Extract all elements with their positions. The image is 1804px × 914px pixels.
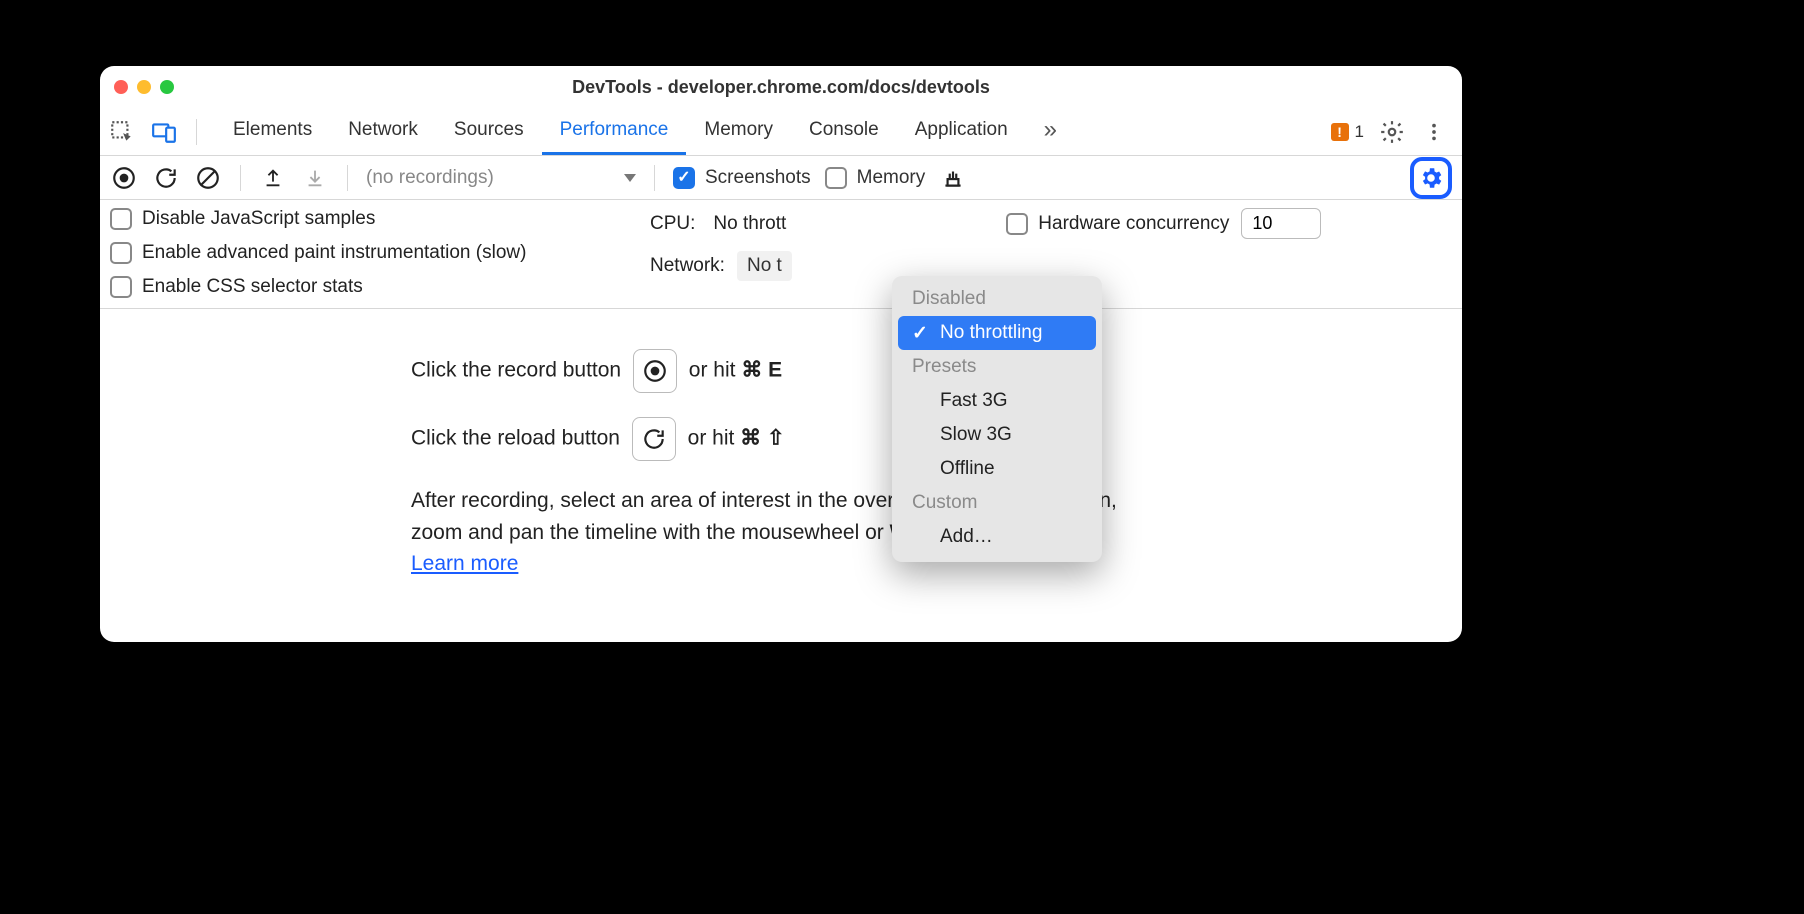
disable-js-label: Disable JavaScript samples — [142, 208, 375, 230]
hardware-concurrency-label: Hardware concurrency — [1038, 213, 1229, 235]
checkbox-icon — [1006, 213, 1028, 235]
help-p2-key: ⌘ ⇧ — [740, 427, 784, 450]
reload-record-button[interactable] — [152, 164, 180, 192]
tab-console[interactable]: Console — [791, 108, 897, 155]
network-throttle-value: No t — [747, 255, 782, 277]
disable-js-samples-checkbox[interactable]: Disable JavaScript samples — [110, 208, 650, 230]
advanced-paint-checkbox[interactable]: Enable advanced paint instrumentation (s… — [110, 242, 650, 264]
titlebar: DevTools - developer.chrome.com/docs/dev… — [100, 66, 1462, 108]
garbage-collect-button[interactable] — [939, 164, 967, 192]
help-p1-key: ⌘ E — [741, 359, 782, 382]
performance-toolbar: (no recordings) Screenshots Memory — [100, 156, 1462, 200]
help-p1a: Click the record button — [411, 359, 627, 382]
menu-group-custom: Custom — [892, 486, 1102, 520]
performance-empty-state: Click the record button or hit ⌘ E ding.… — [100, 309, 1462, 642]
network-label: Network: — [650, 255, 725, 277]
network-throttle-menu: Disabled No throttling Presets Fast 3G S… — [892, 276, 1102, 562]
checkbox-icon — [110, 208, 132, 230]
tab-sources[interactable]: Sources — [436, 108, 542, 155]
memory-label: Memory — [857, 167, 926, 189]
chevron-down-icon — [624, 174, 636, 182]
inspect-element-icon[interactable] — [108, 118, 136, 146]
help-p1b: or hit — [689, 359, 742, 382]
network-throttle-select[interactable]: No t — [737, 251, 792, 281]
memory-checkbox[interactable]: Memory — [825, 167, 926, 189]
help-p2b: or hit — [688, 427, 741, 450]
help-p2a: Click the reload button — [411, 427, 626, 450]
menu-item-offline[interactable]: Offline — [892, 452, 1102, 486]
issues-badge[interactable]: ! 1 — [1331, 122, 1364, 142]
devtools-settings-icon[interactable] — [1378, 118, 1406, 146]
tab-application[interactable]: Application — [897, 108, 1026, 155]
recordings-label: (no recordings) — [366, 167, 494, 189]
hardware-concurrency-input[interactable] — [1241, 208, 1321, 239]
issues-count: 1 — [1355, 122, 1364, 142]
menu-group-presets: Presets — [892, 350, 1102, 384]
clear-button[interactable] — [194, 164, 222, 192]
capture-settings-highlight — [1410, 157, 1452, 199]
devtools-tabstrip: Elements Network Sources Performance Mem… — [100, 108, 1462, 156]
screenshots-label: Screenshots — [705, 167, 811, 189]
more-tabs-button[interactable]: » — [1026, 108, 1071, 155]
tab-memory[interactable]: Memory — [686, 108, 791, 155]
tab-network[interactable]: Network — [330, 108, 436, 155]
menu-item-no-throttling[interactable]: No throttling — [898, 316, 1096, 350]
cpu-label: CPU: — [650, 213, 695, 235]
record-button[interactable] — [110, 164, 138, 192]
chevrons-right-icon: » — [1044, 116, 1053, 144]
capture-settings-panel: Disable JavaScript samples Enable advanc… — [100, 200, 1462, 309]
devtools-window: DevTools - developer.chrome.com/docs/dev… — [100, 66, 1462, 642]
upload-profile-button[interactable] — [259, 164, 287, 192]
menu-group-disabled: Disabled — [892, 282, 1102, 316]
tab-performance[interactable]: Performance — [542, 108, 687, 155]
hardware-concurrency-checkbox[interactable]: Hardware concurrency — [1006, 213, 1229, 235]
learn-more-link[interactable]: Learn more — [411, 552, 518, 575]
capture-settings-button[interactable] — [1417, 164, 1445, 192]
checkbox-icon — [825, 167, 847, 189]
device-toolbar-icon[interactable] — [150, 118, 178, 146]
window-title: DevTools - developer.chrome.com/docs/dev… — [100, 77, 1462, 98]
checkbox-icon — [110, 242, 132, 264]
reload-icon — [632, 417, 676, 461]
more-options-icon[interactable] — [1420, 118, 1448, 146]
menu-item-fast-3g[interactable]: Fast 3G — [892, 384, 1102, 418]
menu-item-add[interactable]: Add… — [892, 520, 1102, 554]
recordings-select[interactable]: (no recordings) — [366, 167, 636, 189]
checkbox-icon — [110, 276, 132, 298]
download-profile-button[interactable] — [301, 164, 329, 192]
screenshots-checkbox[interactable]: Screenshots — [673, 167, 811, 189]
warning-icon: ! — [1331, 123, 1349, 141]
css-selector-label: Enable CSS selector stats — [142, 276, 363, 298]
advanced-paint-label: Enable advanced paint instrumentation (s… — [142, 242, 526, 264]
css-selector-stats-checkbox[interactable]: Enable CSS selector stats — [110, 276, 650, 298]
cpu-throttle-select[interactable]: No thrott — [707, 211, 792, 237]
menu-item-slow-3g[interactable]: Slow 3G — [892, 418, 1102, 452]
checkbox-checked-icon — [673, 167, 695, 189]
record-icon — [633, 349, 677, 393]
tab-elements[interactable]: Elements — [215, 108, 330, 155]
